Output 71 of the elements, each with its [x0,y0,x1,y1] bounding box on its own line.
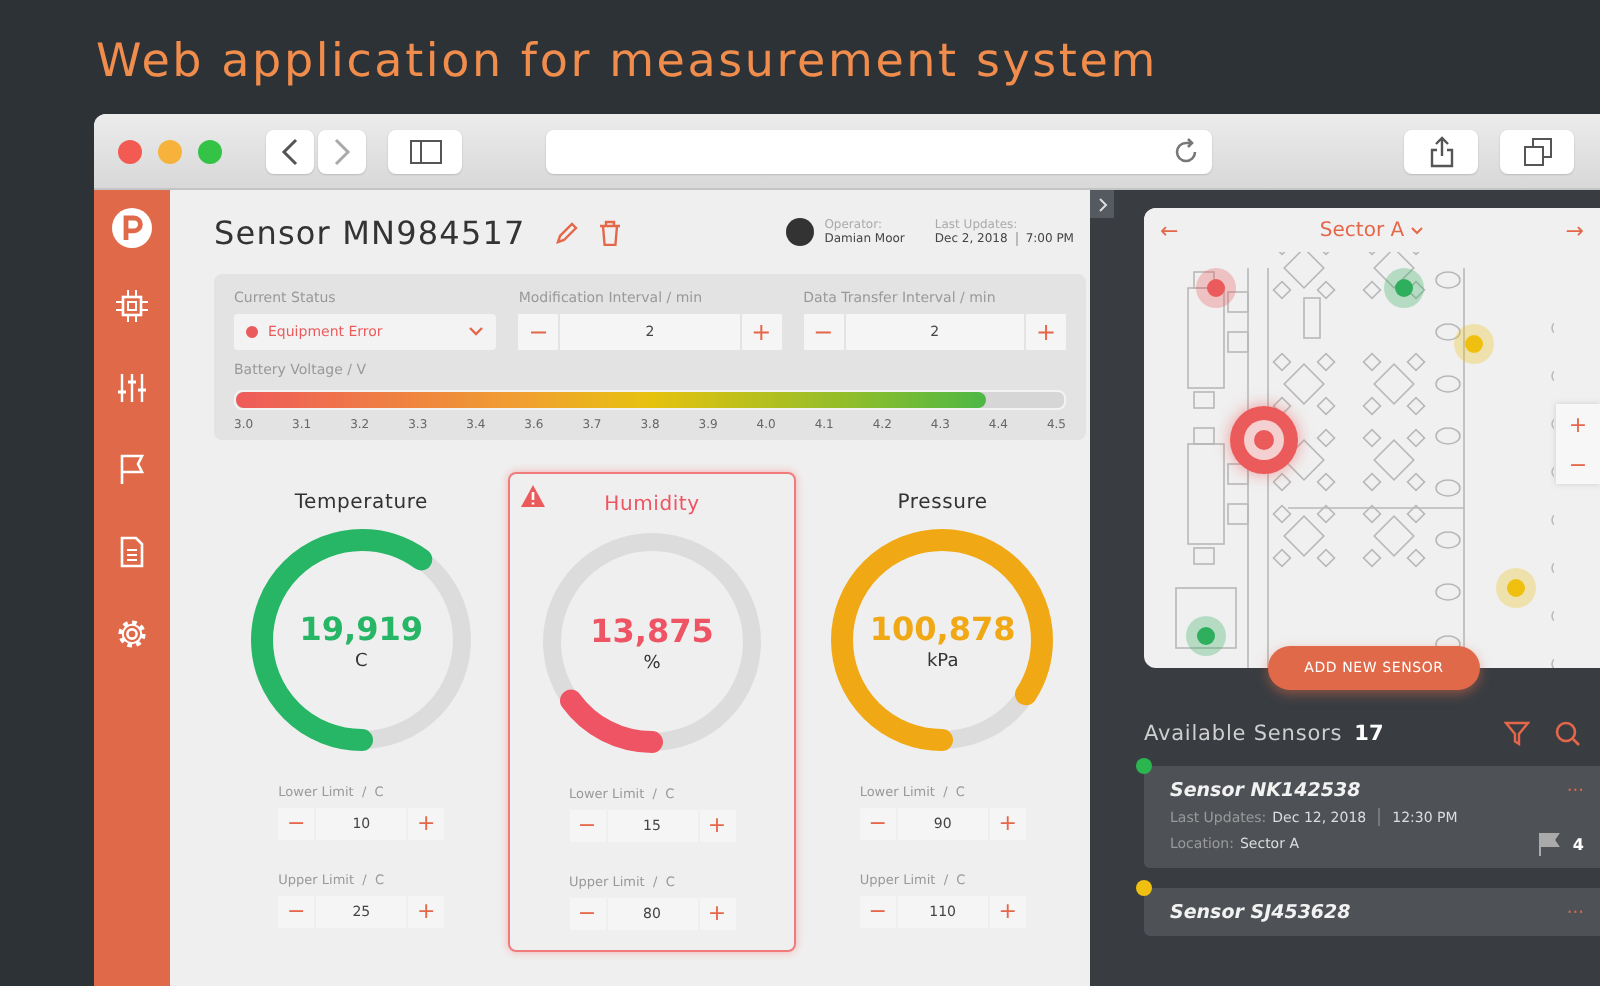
gauge-title: Pressure [897,492,988,514]
sensor-marker[interactable] [1395,279,1413,297]
sensor-marker[interactable] [1507,579,1525,597]
logo-icon [112,208,152,248]
flag-icon [1538,832,1561,856]
decrement-button[interactable]: − [569,898,605,930]
increment-button[interactable]: + [989,896,1026,928]
gauge-title: Humidity [604,494,700,516]
increment-button[interactable]: + [408,808,445,840]
edit-icon[interactable] [553,219,580,245]
sensor-name: Sensor NK142538 [1170,780,1361,802]
sensor-marker[interactable] [1465,335,1483,353]
zoom-in-button[interactable]: + [1556,404,1600,444]
chevron-right-icon [332,137,352,165]
page-title: Web application for measurement system [94,34,1160,92]
more-button[interactable]: ··· [1566,781,1584,801]
caret-icon [468,326,485,338]
selected-sensor-marker[interactable] [1228,404,1300,476]
list-title: Available Sensors [1144,721,1343,745]
increment-button[interactable]: + [741,314,782,350]
sensor-name: Sensor SJ453628 [1170,902,1351,924]
decrement-button[interactable]: − [518,314,559,350]
decrement-button[interactable]: − [278,896,315,928]
decrement-button[interactable]: − [859,896,896,928]
sensor-marker[interactable] [1207,279,1225,297]
reload-icon [1172,137,1200,165]
increment-button[interactable]: + [699,810,735,842]
back-button[interactable] [266,129,314,173]
collapse-button[interactable] [1090,190,1114,218]
share-button[interactable] [1404,129,1478,173]
sensor-marker[interactable] [1197,627,1215,645]
increment-button[interactable]: + [989,808,1026,840]
warning-icon [520,484,547,508]
increment-button[interactable]: + [699,898,735,930]
maximize-icon[interactable] [198,139,222,163]
flag-icon[interactable] [116,454,148,486]
settings-icon[interactable] [116,618,148,650]
search-icon[interactable] [1554,720,1580,746]
increment-button[interactable]: + [408,896,445,928]
share-icon [1429,135,1453,167]
gauge-title: Temperature [294,492,428,514]
previous-sector-button[interactable]: ← [1152,217,1187,243]
chevron-left-icon [280,137,300,165]
more-button[interactable]: ··· [1566,903,1584,923]
minimize-icon[interactable] [158,139,182,163]
avatar [786,218,815,246]
sector-dropdown[interactable]: Sector A [1319,219,1425,241]
delete-icon[interactable] [597,219,622,245]
gauge-value: 13,875 [590,611,714,649]
chevron-right-icon [1097,197,1107,211]
decrement-button[interactable]: − [278,808,315,840]
tabs-button[interactable] [1500,129,1574,173]
zoom-out-button[interactable]: − [1556,444,1600,484]
sliders-icon[interactable] [116,372,148,404]
tabs-icon [1523,137,1551,165]
decrement-button[interactable]: − [803,314,844,350]
flag-count: 4 [1572,835,1584,853]
gauge-unit: % [643,653,661,673]
close-icon[interactable] [118,139,142,163]
increment-button[interactable]: + [1025,314,1066,350]
sidebar-toggle-button[interactable] [388,129,462,173]
document-icon[interactable] [116,536,148,568]
sensor-title: Sensor MN984517 [214,213,526,251]
decrement-button[interactable]: − [859,808,896,840]
filter-icon[interactable] [1504,720,1530,746]
caret-icon [1410,225,1425,235]
decrement-button[interactable]: − [569,810,605,842]
sidebar-icon [409,139,441,163]
chip-icon[interactable] [116,290,148,322]
next-sector-button[interactable]: → [1557,217,1592,243]
sensor-count: 17 [1354,721,1384,745]
